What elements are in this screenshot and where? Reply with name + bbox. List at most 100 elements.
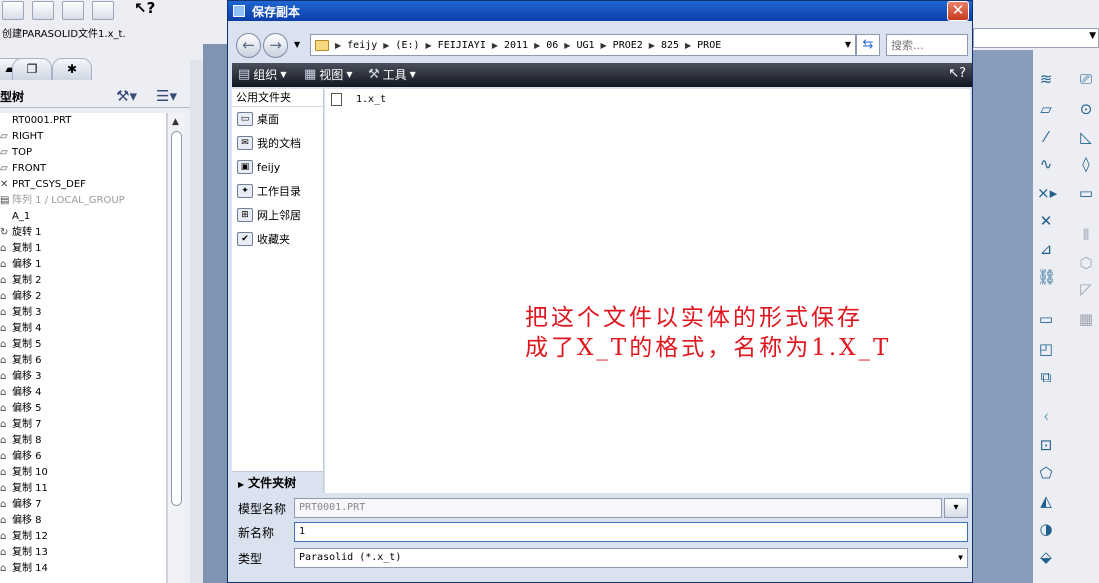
tree-item[interactable]: ⌂ 复制 6 [0,353,166,369]
breadcrumb-separator-icon[interactable]: ▶ [601,41,607,50]
tree-item[interactable]: ⌂ 复制 1 [0,241,166,257]
breadcrumb-separator-icon[interactable]: ▶ [383,41,389,50]
tree-item[interactable]: RT0001.PRT [0,113,166,129]
close-button[interactable]: ✕ [947,1,969,21]
point-icon[interactable]: ×▸ [1037,184,1057,202]
type-select[interactable]: Parasolid (*.x_t) ▼ [294,548,968,568]
tree-item[interactable]: ⌂ 复制 14 [0,561,166,577]
plane-icon[interactable]: ▱ [1037,100,1055,118]
model-tree-scrollbar[interactable]: ▲ [167,113,184,583]
place-item[interactable]: ▭ 桌面 [232,107,323,131]
rib-icon[interactable]: ⧉ [1037,368,1055,386]
tree-item[interactable]: ⌂ 偏移 5 [0,401,166,417]
tree-item[interactable]: ⌂ 偏移 4 [0,385,166,401]
breadcrumb-item[interactable]: ▶ PROE [685,40,721,51]
breadcrumb-separator-icon[interactable]: ▶ [426,41,432,50]
tree-item[interactable]: ▱ TOP [0,145,166,161]
breadcrumb-item[interactable]: ▶ PROE2 [601,40,643,51]
address-dropdown-icon[interactable]: ▼ [845,40,851,49]
selection-filter-combo[interactable]: ▼ [973,28,1099,48]
sketch-tool-icon[interactable] [92,1,114,20]
trim-icon[interactable]: ◸ [1077,280,1095,298]
tree-item[interactable]: ⌂ 复制 3 [0,305,166,321]
breadcrumb-item[interactable]: ▶ UG1 [564,40,594,51]
breadcrumb-item[interactable]: ▶ (E:) [383,40,419,51]
filter-tool-icon[interactable] [62,1,84,20]
breadcrumb-item[interactable]: ▶ 825 [649,40,679,51]
tree-item[interactable]: A_1 [0,209,166,225]
shell-icon[interactable]: ◰ [1037,340,1055,358]
model-name-pick-button[interactable]: ▾ [944,498,968,518]
view-menu[interactable]: ▦ 视图 ▼ [304,66,352,83]
thicken-icon[interactable]: ◑ [1037,520,1055,538]
tree-item[interactable]: ⌂ 复制 11 [0,481,166,497]
forward-button[interactable]: → [263,33,288,58]
search-input[interactable] [886,34,968,56]
datum-plane-icon[interactable]: ≋ [1037,70,1055,88]
tree-item[interactable]: ⌂ 复制 5 [0,337,166,353]
recent-locations-chevron-icon[interactable]: ▼ [294,40,300,49]
tab-favorites[interactable]: ✱ [52,58,92,80]
place-item[interactable]: ✉ 我的文档 [232,131,323,155]
place-item[interactable]: ✔ 收藏夹 [232,227,323,251]
analysis-icon[interactable]: ⊿ [1037,240,1055,258]
breadcrumb-separator-icon[interactable]: ▶ [335,41,341,50]
tree-item[interactable]: ↻ 旋转 1 [0,225,166,241]
tree-item[interactable]: ▤ 阵列 1 / LOCAL_GROUP [0,193,166,209]
tree-item[interactable]: ⌂ 复制 13 [0,545,166,561]
breadcrumb-item[interactable]: ▶ FEIJIAYI [426,40,486,51]
measure-tool-icon[interactable] [2,1,24,20]
revolve-icon[interactable]: ⊙ [1077,100,1095,118]
draft-icon[interactable]: ᚲ [1037,408,1055,426]
tree-filters-icon[interactable]: ☰▾ [156,87,177,105]
pane-splitter[interactable] [190,60,203,583]
place-item[interactable]: ▣ feijy [232,155,323,179]
place-item[interactable]: ⊞ 网上邻居 [232,203,323,227]
tree-item[interactable]: ⌂ 复制 8 [0,433,166,449]
blend-icon[interactable]: ◊ [1077,155,1095,173]
tree-settings-icon[interactable]: ⚒▾ [116,87,137,105]
breadcrumb-separator-icon[interactable]: ▶ [649,41,655,50]
tree-item[interactable]: ▱ FRONT [0,161,166,177]
hole-icon[interactable]: ▭ [1037,310,1055,328]
tree-item[interactable]: ⌂ 偏移 6 [0,449,166,465]
address-bar[interactable]: ▶ feijy ▶ (E:) ▶ FEIJIAYI ▶ 2011 ▶ 06 ▶ UG1 ▶ PROE2 ▶ 8… [310,34,856,56]
file-item[interactable]: 1.x_t [331,93,386,106]
scroll-up-arrow-icon[interactable]: ▲ [172,117,179,127]
tools-menu[interactable]: ⚒ 工具 ▼ [368,66,416,83]
sweep-icon[interactable]: ◺ [1077,128,1095,146]
tree-item[interactable]: ⌂ 偏移 8 [0,513,166,529]
tree-item[interactable]: ⌂ 偏移 1 [0,257,166,273]
breadcrumb-item[interactable]: ▶ 2011 [492,40,528,51]
round-icon[interactable]: ⊡ [1037,436,1055,454]
csys-icon[interactable]: ✕ [1037,212,1055,230]
solidify-icon[interactable]: ⬙ [1037,548,1055,566]
breadcrumb-separator-icon[interactable]: ▶ [564,41,570,50]
merge-icon[interactable]: ⬡ [1077,254,1095,272]
breadcrumb-item[interactable]: ▶ 06 [534,40,558,51]
tree-item[interactable]: ⌂ 偏移 2 [0,289,166,305]
boundary-icon[interactable]: ▭ [1077,184,1095,202]
tree-item[interactable]: ⌂ 复制 2 [0,273,166,289]
context-help-icon[interactable]: ↖? [134,0,155,17]
mirror-icon[interactable]: ⫴ [1077,226,1095,244]
tree-item[interactable]: ⌂ 复制 12 [0,529,166,545]
pattern-icon[interactable]: ▦ [1077,310,1095,328]
tree-item[interactable]: ✕ PRT_CSYS_DEF [0,177,166,193]
breadcrumb-separator-icon[interactable]: ▶ [534,41,540,50]
back-button[interactable]: ← [236,33,261,58]
tree-item[interactable]: ▱ RIGHT [0,129,166,145]
chamfer-icon[interactable]: ⬠ [1037,464,1055,482]
tree-item[interactable]: ⌂ 偏移 3 [0,369,166,385]
extrude-icon[interactable]: ⎚ [1077,70,1095,88]
shell-feature-icon[interactable]: ◭ [1037,492,1055,510]
breadcrumb-separator-icon[interactable]: ▶ [685,41,691,50]
tree-item[interactable]: ⌂ 偏移 7 [0,497,166,513]
tree-item[interactable]: ⌂ 复制 10 [0,465,166,481]
tree-item[interactable]: ⌂ 复制 4 [0,321,166,337]
help-icon[interactable]: ↖? [948,66,966,81]
scroll-thumb[interactable] [171,131,182,506]
axis-icon[interactable]: ⁄ [1037,128,1055,146]
tree-item[interactable]: ⌂ 复制 7 [0,417,166,433]
organize-menu[interactable]: ▤ 组织 ▼ [238,66,286,83]
